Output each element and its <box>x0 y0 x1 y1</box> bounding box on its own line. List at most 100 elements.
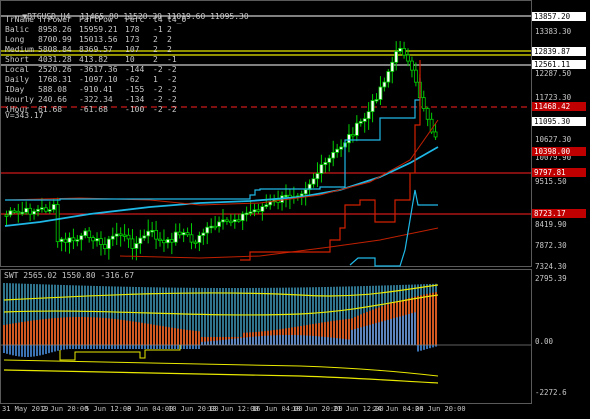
table-row-cell: Daily <box>5 75 30 84</box>
time-axis-label: 2 Jun 20:00 <box>42 405 89 413</box>
price-tag: 11468.42 <box>532 102 586 111</box>
candle-body <box>421 97 426 109</box>
candle-body <box>402 48 406 56</box>
candle-body <box>433 131 438 138</box>
candle-body <box>201 232 206 236</box>
candle-body <box>370 100 375 113</box>
candle-body <box>205 226 210 234</box>
table-row-cell: -1 <box>167 55 177 64</box>
price-tag: 10398.00 <box>532 147 586 156</box>
table-row-cell: 173 <box>125 35 140 44</box>
candle-body <box>154 230 158 240</box>
candle-body <box>165 239 170 244</box>
price-tag: 12561.11 <box>532 60 586 69</box>
candle-body <box>311 178 316 185</box>
candle-body <box>4 214 9 217</box>
table-header-cell: PartPow <box>79 15 113 24</box>
candle-body <box>71 237 76 242</box>
table-row-cell: -62 <box>125 75 140 84</box>
price-axis-label: 7872.30 <box>535 241 567 250</box>
candle-body <box>79 235 84 241</box>
candle-body <box>118 233 123 236</box>
stepped-lower-line <box>349 189 438 267</box>
candle-body <box>221 219 225 223</box>
price-axis-label: 8419.90 <box>535 220 567 229</box>
candle-body <box>75 239 80 242</box>
candle-body <box>47 209 52 212</box>
table-row-cell: 2 <box>153 45 158 54</box>
price-tag: 9797.81 <box>532 168 586 177</box>
candle-body <box>374 99 379 102</box>
candle-body <box>169 239 174 243</box>
candle-body <box>40 207 44 210</box>
candle-body <box>181 232 186 236</box>
candle-body <box>63 238 68 243</box>
table-row-cell: -2 <box>167 95 177 104</box>
candle-body <box>162 239 166 244</box>
time-axis-label: 13 Jun 12:00 <box>208 405 259 413</box>
table-row-cell: 2 <box>153 55 158 64</box>
table-row-cell: -100 <box>125 105 145 114</box>
candle-body <box>59 238 64 243</box>
candle-body <box>8 210 13 216</box>
candle-body <box>232 219 237 223</box>
table-row-cell: 2 <box>153 35 158 44</box>
chart-window[interactable]: ▼BTCUSD,H4 11465.80 11520.30 11019.60 11… <box>0 0 590 419</box>
candle-body <box>28 207 33 215</box>
table-row-cell: -1 <box>153 25 163 34</box>
table-row-cell: 8958.26 <box>38 25 72 34</box>
candle-body <box>95 238 99 242</box>
table-row-cell: -2 <box>153 105 163 114</box>
table-row-cell: -2 <box>167 65 177 74</box>
candle-body <box>354 122 359 136</box>
table-row-cell: -322.34 <box>79 95 113 104</box>
candle-body <box>32 210 36 215</box>
price-axis-label: 10627.30 <box>535 135 572 144</box>
table-row-cell: -1097.10 <box>79 75 118 84</box>
candle-body <box>331 152 336 159</box>
indicator-axis-label: 0.00 <box>535 337 554 346</box>
candle-body <box>362 118 367 122</box>
candle-body <box>193 241 198 244</box>
candle-body <box>197 235 202 243</box>
table-row-cell: 4031.28 <box>38 55 72 64</box>
price-tag: 12839.87 <box>532 47 586 56</box>
table-row-cell: 2 <box>167 25 172 34</box>
candle-body <box>43 207 48 212</box>
price-axis-label: 11723.30 <box>535 93 572 102</box>
candle-body <box>264 204 269 208</box>
candle-body <box>327 157 332 163</box>
candle-body <box>398 48 403 52</box>
price-tag: 11095.30 <box>532 117 586 126</box>
candle-body <box>106 238 111 250</box>
candle-body <box>335 148 340 153</box>
indicator-panel-frame <box>0 269 532 404</box>
table-header-cell: t4 <box>153 15 163 24</box>
table-row-cell: -3617.36 <box>79 65 118 74</box>
candle-body <box>256 209 261 212</box>
candle-body <box>217 221 221 227</box>
table-row-cell: -2 <box>167 105 177 114</box>
indicator-axis-label: 2795.39 <box>535 274 567 283</box>
candle-body <box>122 234 127 237</box>
candle-body <box>142 235 147 239</box>
candle-body <box>16 210 21 214</box>
v-value: V=343.17 <box>5 111 44 120</box>
table-row-cell: -155 <box>125 85 145 94</box>
candle-body <box>390 61 395 72</box>
table-row-cell: Balic <box>5 25 30 34</box>
table-row-cell: Long <box>5 35 25 44</box>
price-axis-label: 9515.50 <box>535 177 567 186</box>
candle-body <box>299 193 304 197</box>
candle-body <box>406 54 410 62</box>
table-row-cell: -2 <box>167 85 177 94</box>
candle-body <box>177 231 182 236</box>
price-axis-label: 13383.30 <box>535 27 572 36</box>
candle-body <box>425 108 430 120</box>
table-row-cell: Local <box>5 65 30 74</box>
slow-ma-line <box>4 119 439 206</box>
candle-body <box>303 189 308 195</box>
candle-body <box>366 111 371 120</box>
table-row-cell: 413.82 <box>79 55 108 64</box>
table-header-cell: TrName <box>5 15 34 24</box>
